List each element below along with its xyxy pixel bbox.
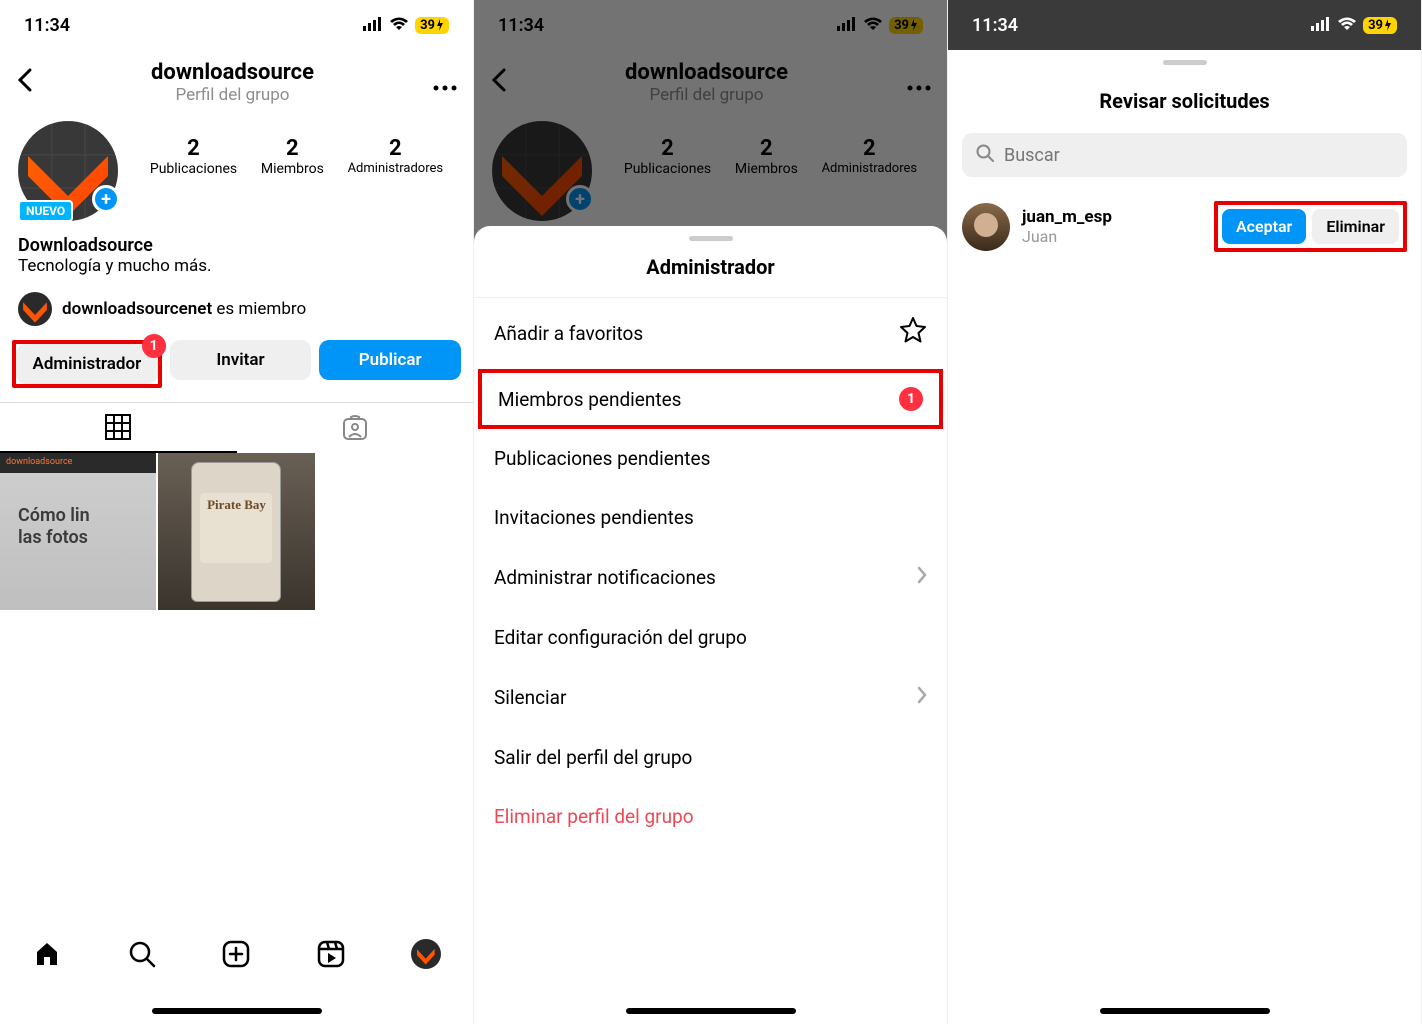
admin-sheet: Administrador Añadir a favoritos Miembro… — [474, 226, 947, 1024]
chevron-right-icon — [917, 565, 927, 590]
status-bar: 11:34 39 — [0, 0, 473, 50]
sheet-item-leave[interactable]: Salir del perfil del grupo — [474, 728, 947, 787]
sheet-item-favorites[interactable]: Añadir a favoritos — [474, 298, 947, 369]
sheet-handle[interactable] — [689, 236, 733, 241]
signal-icon — [1311, 15, 1331, 36]
screen-admin-sheet: 11:34 39 downloadsource Perfil del grupo… — [474, 0, 948, 1024]
invite-button[interactable]: Invitar — [170, 340, 312, 380]
action-row: Administrador 1 Invitar Publicar — [0, 340, 473, 402]
member-avatar — [18, 292, 52, 326]
bottom-nav — [0, 924, 473, 984]
notification-badge: 1 — [142, 334, 166, 358]
bio: Downloadsource Tecnología y mucho más. — [0, 221, 473, 286]
stat-admins[interactable]: 2 Administradores — [348, 136, 444, 177]
sheet-handle[interactable] — [1163, 60, 1207, 65]
post-empty — [317, 453, 473, 610]
sheet-item-edit-group[interactable]: Editar configuración del grupo — [474, 608, 947, 667]
tabs — [0, 402, 473, 453]
nav-profile-icon[interactable] — [411, 939, 441, 969]
battery-badge: 39 — [415, 17, 449, 34]
publish-button[interactable]: Publicar — [319, 340, 461, 380]
chevron-right-icon — [917, 685, 927, 710]
add-story-icon[interactable]: + — [92, 185, 120, 213]
signal-icon — [363, 15, 383, 36]
bio-name: Downloadsource — [18, 235, 455, 256]
remove-button[interactable]: Eliminar — [1312, 209, 1399, 244]
request-row: juan_m_esp Juan Aceptar Eliminar — [948, 193, 1421, 260]
sheet-item-pending-posts[interactable]: Publicaciones pendientes — [474, 429, 947, 488]
status-right: 39 — [363, 15, 449, 36]
sheet-item-delete[interactable]: Eliminar perfil del grupo — [474, 787, 947, 846]
stat-members[interactable]: 2 Miembros — [261, 136, 324, 177]
post-thumbnail[interactable]: downloadsource Cómo linlas fotos — [0, 453, 156, 610]
new-badge: NUEVO — [18, 200, 73, 222]
request-info[interactable]: juan_m_esp Juan — [1022, 207, 1202, 246]
stat-posts[interactable]: 2 Publicaciones — [150, 136, 237, 177]
home-indicator[interactable] — [152, 1008, 322, 1014]
request-actions: Aceptar Eliminar — [1214, 201, 1407, 252]
nav-create-icon[interactable] — [221, 939, 251, 969]
header: downloadsource Perfil del grupo — [0, 50, 473, 113]
search-box[interactable] — [962, 133, 1407, 177]
member-row[interactable]: downloadsourcenet es miembro — [0, 286, 473, 340]
requests-title: Revisar solicitudes — [948, 79, 1421, 133]
wifi-icon — [389, 15, 409, 36]
admin-button[interactable]: Administrador 1 — [16, 344, 158, 384]
screen-group-profile: 11:34 39 downloadsource Perfil del grupo… — [0, 0, 474, 1024]
star-icon — [899, 316, 927, 351]
posts-grid: downloadsource Cómo linlas fotos Pirate … — [0, 453, 473, 610]
post-thumbnail[interactable]: Pirate Bay — [158, 453, 314, 610]
request-avatar[interactable] — [962, 203, 1010, 251]
nav-reels-icon[interactable] — [316, 939, 346, 969]
status-bar: 11:34 39 — [948, 0, 1421, 50]
screen-review-requests: 11:34 39 Revisar solicitudes juan_m_esp … — [948, 0, 1422, 1024]
request-username: juan_m_esp — [1022, 207, 1202, 227]
status-time: 11:34 — [24, 15, 70, 36]
search-input[interactable] — [1004, 145, 1393, 166]
stats-row: 2 Publicaciones 2 Miembros 2 Administrad… — [138, 136, 455, 177]
sheet-item-pending-invites[interactable]: Invitaciones pendientes — [474, 488, 947, 547]
sheet-item-pending-members[interactable]: Miembros pendientes 1 — [478, 369, 943, 429]
wifi-icon — [1337, 15, 1357, 36]
tab-tagged[interactable] — [237, 403, 474, 453]
accept-button[interactable]: Aceptar — [1222, 209, 1306, 244]
request-name: Juan — [1022, 227, 1202, 246]
sheet-title: Administrador — [474, 255, 947, 298]
search-icon — [976, 144, 994, 166]
more-options-button[interactable] — [433, 69, 457, 97]
sheet-item-notifications[interactable]: Administrar notificaciones — [474, 547, 947, 608]
sheet-item-mute[interactable]: Silenciar — [474, 667, 947, 728]
pending-badge: 1 — [899, 387, 923, 411]
back-button[interactable] — [16, 66, 32, 99]
page-subtitle: Perfil del grupo — [32, 85, 433, 105]
home-indicator[interactable] — [1100, 1008, 1270, 1014]
home-indicator[interactable] — [626, 1008, 796, 1014]
member-text: downloadsourcenet es miembro — [62, 299, 306, 319]
tab-grid[interactable] — [0, 403, 237, 453]
requests-sheet: Revisar solicitudes juan_m_esp Juan Acep… — [948, 60, 1421, 260]
nav-search-icon[interactable] — [127, 939, 157, 969]
page-title: downloadsource — [32, 60, 433, 85]
battery-badge: 39 — [1363, 17, 1397, 34]
bio-text: Tecnología y mucho más. — [18, 256, 455, 276]
nav-home-icon[interactable] — [32, 939, 62, 969]
